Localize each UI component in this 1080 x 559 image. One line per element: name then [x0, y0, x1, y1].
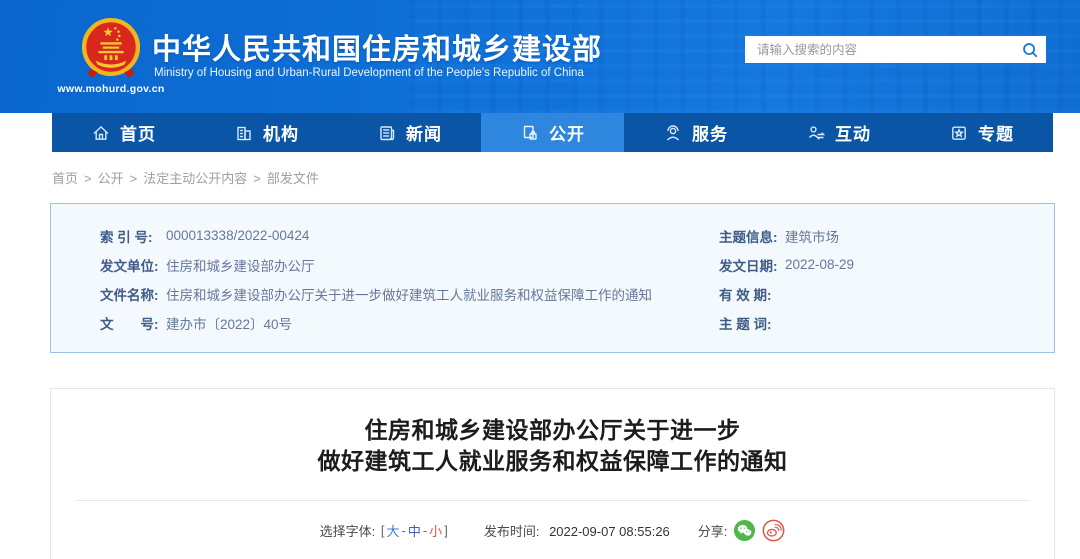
- meta-label: 发文单位:: [100, 258, 159, 274]
- weibo-share-icon[interactable]: [762, 519, 785, 542]
- site-title: 中华人民共和国住房和城乡建设部: [152, 34, 603, 66]
- search-icon: [1023, 42, 1038, 57]
- nav-tab-label: 新闻: [406, 125, 442, 144]
- national-emblem-icon: [82, 18, 140, 78]
- meta-label: 主 题 词:: [719, 316, 772, 332]
- meta-value: 建筑市场: [785, 229, 839, 245]
- breadcrumb-item-statutory[interactable]: 法定主动公开内容: [143, 171, 247, 186]
- breadcrumb-separator: >: [129, 171, 138, 186]
- service-person-icon: [667, 124, 679, 141]
- nav-tab-label: 服务: [692, 125, 728, 144]
- meta-value: 建办市〔2022〕40号: [166, 316, 293, 332]
- news-icon: [380, 125, 395, 140]
- share-group: 分享:: [698, 519, 786, 542]
- meta-label: 发文日期:: [719, 258, 778, 274]
- publish-time-label: 发布时间:: [483, 524, 540, 539]
- page: www.mohurd.gov.cn 中华人民共和国住房和城乡建设部 Minist…: [0, 0, 1080, 559]
- meta-row-index-number: 索 引 号: 000013338/2022-00424: [100, 221, 719, 250]
- title-divider: [76, 500, 1029, 501]
- meta-row-keywords: 主 题 词:: [719, 308, 1054, 337]
- nav-tab-label: 专题: [978, 125, 1014, 144]
- site-header: www.mohurd.gov.cn 中华人民共和国住房和城乡建设部 Minist…: [0, 0, 1080, 113]
- meta-row-validity: 有 效 期:: [719, 279, 1054, 308]
- nav-tab-services[interactable]: 服务: [624, 113, 767, 152]
- wechat-share-icon[interactable]: [733, 519, 756, 542]
- nav-tab-label: 首页: [120, 125, 156, 144]
- nav-tab-interaction[interactable]: 互动: [767, 113, 910, 152]
- nav-tab-topics[interactable]: 专题: [910, 113, 1053, 152]
- breadcrumb-item-disclosure[interactable]: 公开: [98, 171, 124, 186]
- meta-row-issuing-unit: 发文单位: 住房和城乡建设部办公厅: [100, 250, 719, 279]
- breadcrumb-separator: >: [253, 171, 261, 186]
- building-icon: [237, 126, 251, 140]
- bracket-open: [: [380, 523, 385, 538]
- meta-label: 索 引 号:: [100, 229, 153, 245]
- home-icon: [93, 125, 109, 140]
- meta-row-doc-number: 文 号: 建办市〔2022〕40号: [100, 308, 719, 337]
- meta-row-topic-info: 主题信息: 建筑市场: [719, 221, 1054, 250]
- meta-value: 000013338/2022-00424: [166, 228, 310, 243]
- bracket-close: ]: [444, 523, 448, 538]
- meta-value: 住房和城乡建设部办公厅关于进一步做好建筑工人就业服务和权益保障工作的通知: [166, 287, 652, 303]
- share-label: 分享:: [697, 524, 728, 539]
- breadcrumb-item-current: 部发文件: [266, 171, 319, 186]
- document-title-line2: 做好建筑工人就业服务和权益保障工作的通知: [317, 448, 788, 474]
- site-url: www.mohurd.gov.cn: [57, 83, 165, 95]
- nav-tab-disclosure[interactable]: 公开: [481, 113, 624, 152]
- search-input[interactable]: [745, 42, 1014, 57]
- meta-label: 有 效 期:: [719, 287, 772, 303]
- nav-tab-label: 互动: [835, 125, 871, 144]
- font-size-large-link[interactable]: 大: [386, 521, 399, 540]
- person-arrows-icon: [808, 125, 826, 140]
- publish-time-group: 发布时间: 2022-09-07 08:55:26: [484, 521, 670, 540]
- font-selector-label: 选择字体:: [319, 524, 376, 539]
- nav-tab-org[interactable]: 机构: [195, 113, 338, 152]
- font-size-medium-link[interactable]: 中: [408, 521, 421, 540]
- main-nav: 首页 机构 新闻 公开 服务 互动 专题: [52, 113, 1053, 152]
- publish-time-value: 2022-09-07 08:55:26: [549, 524, 670, 539]
- meta-label: 文件名称:: [100, 287, 159, 303]
- article-meta-row: 选择字体: [大 - 中 - 小] 发布时间: 2022-09-07 08:55:26 …: [51, 519, 1054, 542]
- nav-tab-news[interactable]: 新闻: [338, 113, 481, 152]
- document-meta-box: 索 引 号: 000013338/2022-00424 发文单位: 住房和城乡建…: [50, 203, 1055, 353]
- document-title-line1: 住房和城乡建设部办公厅关于进一步: [364, 417, 741, 443]
- nav-tab-home[interactable]: 首页: [52, 113, 195, 152]
- meta-label: 文 号:: [100, 316, 159, 332]
- nav-tab-label: 公开: [549, 125, 585, 144]
- document-title: 住房和城乡建设部办公厅关于进一步 做好建筑工人就业服务和权益保障工作的通知: [51, 415, 1054, 477]
- meta-row-issue-date: 发文日期: 2022-08-29: [719, 250, 1054, 279]
- search-button[interactable]: [1014, 36, 1046, 63]
- dash: -: [401, 523, 406, 538]
- breadcrumb: 首页 > 公开 > 法定主动公开内容 > 部发文件: [52, 168, 319, 187]
- meta-value: 2022-08-29: [785, 257, 855, 272]
- meta-label: 主题信息:: [719, 229, 778, 245]
- font-size-small-link[interactable]: 小: [429, 521, 442, 540]
- font-size-selector: 选择字体: [大 - 中 - 小]: [320, 521, 450, 540]
- breadcrumb-separator: >: [84, 171, 92, 186]
- meta-value: 住房和城乡建设部办公厅: [166, 258, 315, 274]
- site-subtitle: Ministry of Housing and Urban-Rural Deve…: [154, 67, 584, 79]
- document-lock-icon: [523, 125, 537, 140]
- breadcrumb-item-home[interactable]: 首页: [52, 171, 78, 186]
- star-badge-icon: [952, 125, 966, 140]
- nav-tab-label: 机构: [263, 125, 299, 144]
- search-box: [745, 36, 1046, 63]
- dash: -: [422, 523, 428, 538]
- meta-row-file-name: 文件名称: 住房和城乡建设部办公厅关于进一步做好建筑工人就业服务和权益保障工作的…: [100, 279, 719, 308]
- document-box: 住房和城乡建设部办公厅关于进一步 做好建筑工人就业服务和权益保障工作的通知 选择…: [50, 388, 1055, 559]
